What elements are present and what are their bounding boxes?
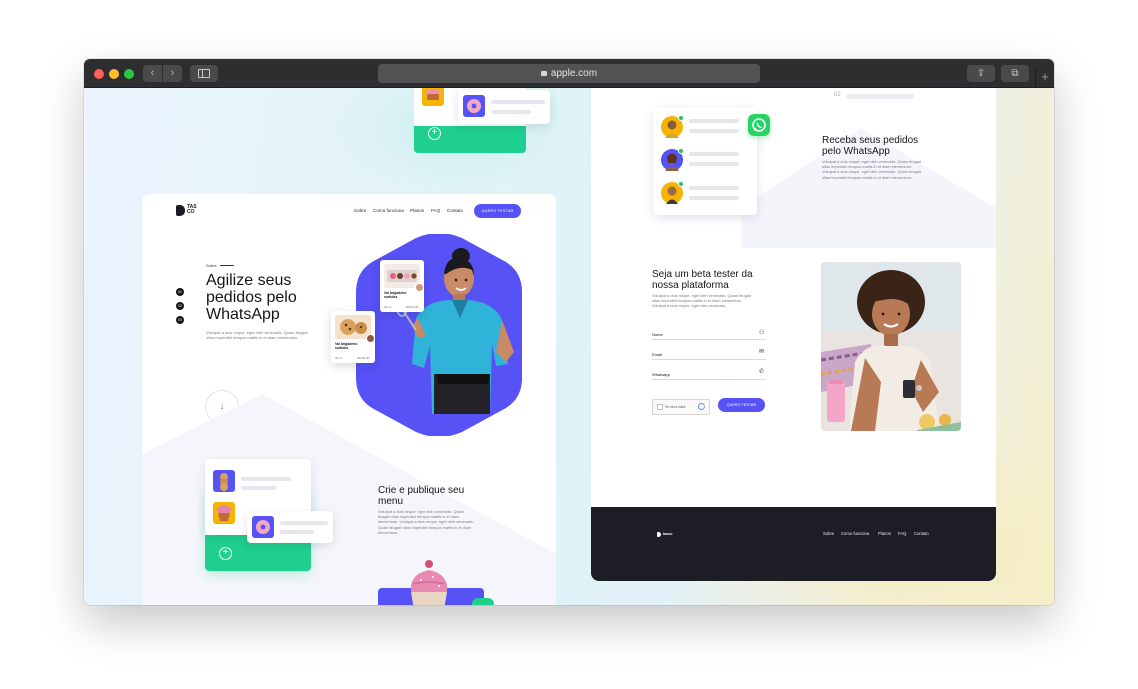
sidebar-toggle-button[interactable] bbox=[190, 65, 218, 82]
product-qty: 30 un bbox=[335, 356, 343, 360]
nav-link-sobre[interactable]: Sobre bbox=[354, 208, 366, 213]
nav-link-planos[interactable]: Planos bbox=[410, 208, 424, 213]
footer-link-sobre[interactable]: Sobre bbox=[823, 531, 834, 536]
product-price: R$ 00,00 bbox=[406, 305, 419, 309]
landing-page-preview: TAS CO Sobre Como funciona Planos FAQ Co… bbox=[142, 194, 556, 605]
whatsapp-section-title: Receba seus pedidos pelo WhatsApp bbox=[822, 135, 919, 157]
mail-icon: ✉ bbox=[759, 349, 765, 355]
close-window-button[interactable] bbox=[94, 69, 104, 79]
contacts-card bbox=[653, 108, 757, 215]
product-thumbnail bbox=[422, 88, 444, 106]
whatsapp-section-description: Volutpat a duis neque, eget nibh venenat… bbox=[822, 159, 921, 180]
browser-toolbar: ‹ › apple.com ⇪ ⧉ + bbox=[84, 59, 1054, 88]
nav-link-contato[interactable]: Contato bbox=[447, 208, 463, 213]
section-eyebrow: Sobre bbox=[206, 263, 217, 268]
logo-text: TAS CO bbox=[187, 204, 197, 215]
product-name: Vai brigadeiro sortidos bbox=[335, 342, 358, 350]
zoom-window-button[interactable] bbox=[124, 69, 134, 79]
tasco-logo[interactable]: TAS CO bbox=[176, 205, 198, 217]
beta-section-description: Volutpat a duis neque, eget nibh venenat… bbox=[652, 293, 751, 309]
product-qty: 30 un bbox=[384, 305, 392, 309]
footer-link-faq[interactable]: FAQ bbox=[898, 531, 906, 536]
online-badge bbox=[678, 148, 684, 154]
cupcake-image bbox=[410, 560, 448, 605]
forward-button[interactable]: › bbox=[163, 65, 182, 82]
quero-testar-button[interactable]: QUERO TESTAR bbox=[474, 204, 521, 218]
cookie-thumbnail bbox=[213, 470, 235, 492]
step-number: 02 bbox=[834, 92, 841, 98]
add-item-button[interactable]: + bbox=[219, 547, 232, 560]
back-button[interactable]: ‹ bbox=[143, 65, 162, 82]
footer-link-planos[interactable]: Planos bbox=[878, 531, 891, 536]
menu-section-title: Crie e publique seu menu bbox=[378, 485, 465, 507]
recaptcha-checkbox[interactable] bbox=[657, 404, 663, 410]
step-placeholder bbox=[846, 94, 914, 99]
product-card-cookies: Vai brigadeiro sortidos 30 un R$ 00,00 bbox=[331, 311, 375, 363]
browser-window: ‹ › apple.com ⇪ ⧉ + + TAS CO Sobre Como … bbox=[84, 59, 1054, 605]
product-card bbox=[458, 90, 550, 124]
address-bar[interactable]: apple.com bbox=[378, 64, 760, 83]
whatsapp-field[interactable]: Whatsapp bbox=[652, 372, 670, 377]
slide-dot-2[interactable]: 02 bbox=[176, 302, 184, 310]
site-footer: tasco Sobre Como funciona Planos FAQ Con… bbox=[591, 507, 996, 581]
seller-avatar bbox=[366, 334, 375, 343]
whatsapp-icon bbox=[748, 114, 770, 136]
cupcake-thumbnail bbox=[213, 502, 235, 524]
logo-mark bbox=[176, 205, 185, 216]
nav-link-faq[interactable]: FAQ bbox=[431, 208, 440, 213]
beta-section-title: Seja um beta tester da nossa plataforma bbox=[652, 269, 753, 291]
woman-with-phone-photo bbox=[821, 262, 961, 431]
recaptcha-icon bbox=[698, 403, 705, 410]
recaptcha-widget[interactable]: I'm not a robot bbox=[652, 399, 710, 415]
new-tab-button[interactable]: + bbox=[1035, 68, 1054, 88]
email-field[interactable]: Email bbox=[652, 352, 662, 357]
logo-mark bbox=[657, 532, 661, 537]
menu-section-description: Volutpat a duis neque, eget nibh venenat… bbox=[378, 509, 474, 535]
seller-avatar bbox=[415, 283, 424, 292]
donut-thumbnail bbox=[252, 516, 274, 538]
user-icon: ⚇ bbox=[759, 330, 765, 336]
hero-description: Volutpat a duis neque, eget nibh venenat… bbox=[206, 330, 308, 341]
page-canvas: + TAS CO Sobre Como funciona Planos FAQ … bbox=[84, 88, 1054, 605]
online-badge bbox=[678, 181, 684, 187]
footer-link-como-funciona[interactable]: Como funciona bbox=[841, 531, 869, 536]
product-card-brigadeiro: Vai brigadeiro sortidos 30 un R$ 00,00 bbox=[380, 260, 424, 312]
recaptcha-label: I'm not a robot bbox=[665, 405, 686, 409]
slide-dot-1[interactable]: 01 bbox=[176, 288, 184, 296]
product-card bbox=[247, 511, 333, 543]
submit-button[interactable]: QUERO TESTAR bbox=[718, 398, 765, 412]
whatsapp-field-underline bbox=[652, 379, 766, 380]
sidebar-icon bbox=[198, 69, 210, 78]
phone-icon: ✆ bbox=[759, 369, 765, 375]
green-accent bbox=[472, 598, 494, 605]
eyebrow-line bbox=[220, 265, 234, 266]
product-name: Vai brigadeiro sortidos bbox=[384, 291, 407, 299]
footer-logo-text: tasco bbox=[663, 532, 673, 536]
donut-thumbnail bbox=[463, 95, 485, 117]
name-field[interactable]: Nome bbox=[652, 332, 663, 337]
online-badge bbox=[678, 115, 684, 121]
footer-link-contato[interactable]: Contato bbox=[914, 531, 929, 536]
tab-overview-button[interactable]: ⧉ bbox=[1001, 65, 1029, 82]
lock-icon bbox=[540, 71, 547, 76]
hero-title: Agilize seus pedidos pelo WhatsApp bbox=[206, 272, 297, 323]
name-field-underline bbox=[652, 339, 766, 340]
share-button[interactable]: ⇪ bbox=[967, 65, 995, 82]
nav-link-como-funciona[interactable]: Como funciona bbox=[373, 208, 404, 213]
add-item-button[interactable]: + bbox=[428, 127, 441, 140]
email-field-underline bbox=[652, 359, 766, 360]
product-price: R$ 00,00 bbox=[357, 356, 370, 360]
landing-page-preview-right: 02 Receba seus pedidos pelo WhatsApp Vol… bbox=[591, 88, 996, 581]
minimize-window-button[interactable] bbox=[109, 69, 119, 79]
slide-dot-3[interactable]: 03 bbox=[176, 316, 184, 324]
url-text: apple.com bbox=[550, 68, 598, 79]
